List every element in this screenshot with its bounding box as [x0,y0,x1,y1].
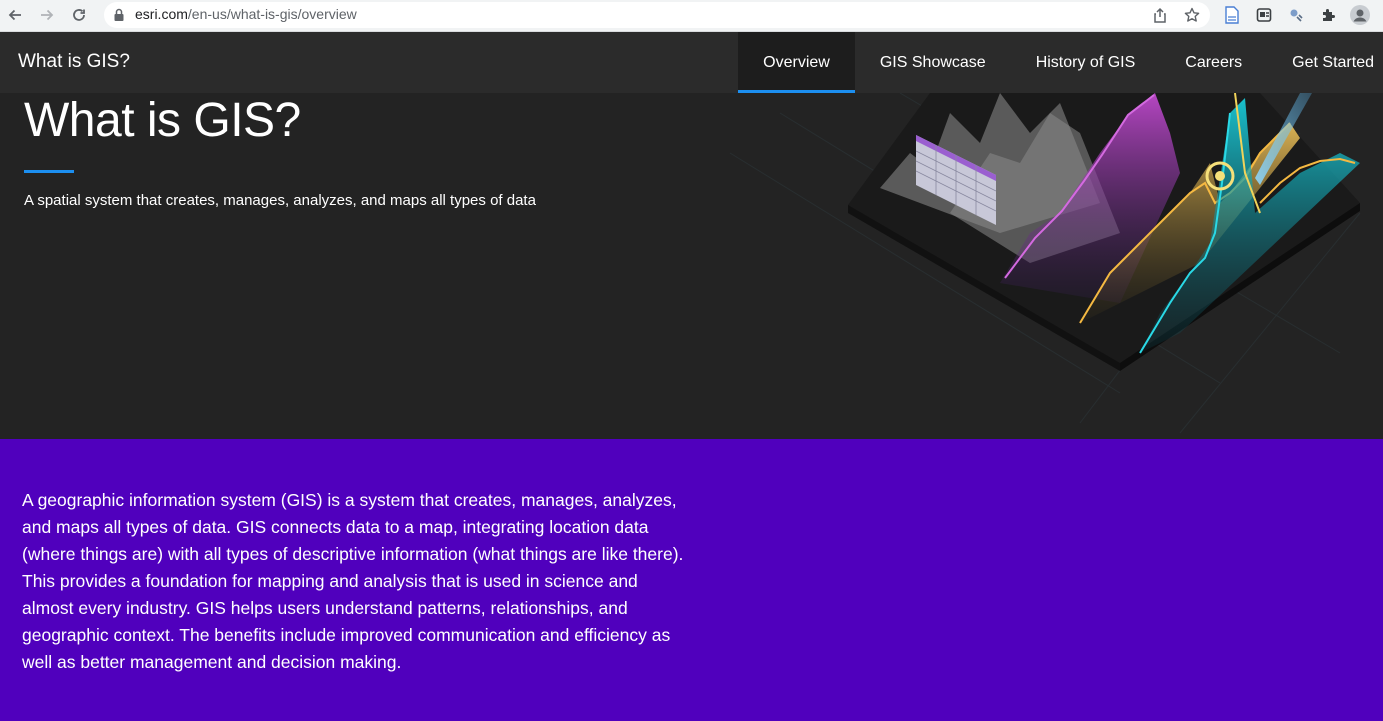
nav-tabs: Overview GIS Showcase History of GIS Car… [738,32,1383,93]
tab-careers[interactable]: Careers [1160,32,1267,93]
puzzle-extensions-icon[interactable] [1317,4,1339,26]
document-extension-icon[interactable] [1221,4,1243,26]
hero-accent-rule [24,170,74,173]
reload-icon[interactable] [69,5,89,25]
bookmark-star-icon[interactable] [1181,4,1203,26]
browser-toolbar: esri.com/en-us/what-is-gis/overview [0,0,1383,32]
hero-section: What is GIS? A spatial system that creat… [0,93,1383,439]
tab-gis-showcase[interactable]: GIS Showcase [855,32,1011,93]
terrain-data-illustration [729,93,1361,434]
forward-arrow-icon[interactable] [37,5,57,25]
site-navigation: What is GIS? Overview GIS Showcase Histo… [0,32,1383,93]
lock-icon[interactable] [113,8,125,27]
intro-paragraph: A geographic information system (GIS) is… [22,490,684,672]
hero-title: What is GIS? [24,94,301,147]
url-text: esri.com/en-us/what-is-gis/overview [135,6,357,22]
hero-subtitle: A spatial system that creates, manages, … [24,192,536,209]
address-bar[interactable]: esri.com/en-us/what-is-gis/overview [104,2,1210,28]
tab-history-of-gis[interactable]: History of GIS [1011,32,1161,93]
tab-overview[interactable]: Overview [738,32,855,93]
extension-icon[interactable] [1253,4,1275,26]
satellite-extension-icon[interactable] [1285,4,1307,26]
share-icon[interactable] [1149,4,1171,26]
site-title[interactable]: What is GIS? [18,51,130,73]
intro-section: A geographic information system (GIS) is… [0,439,1383,721]
back-arrow-icon[interactable] [5,5,25,25]
url-path: /en-us/what-is-gis/overview [187,6,357,22]
tab-get-started[interactable]: Get Started [1267,32,1383,93]
profile-avatar-icon[interactable] [1349,4,1371,26]
url-domain: esri.com [135,6,188,22]
